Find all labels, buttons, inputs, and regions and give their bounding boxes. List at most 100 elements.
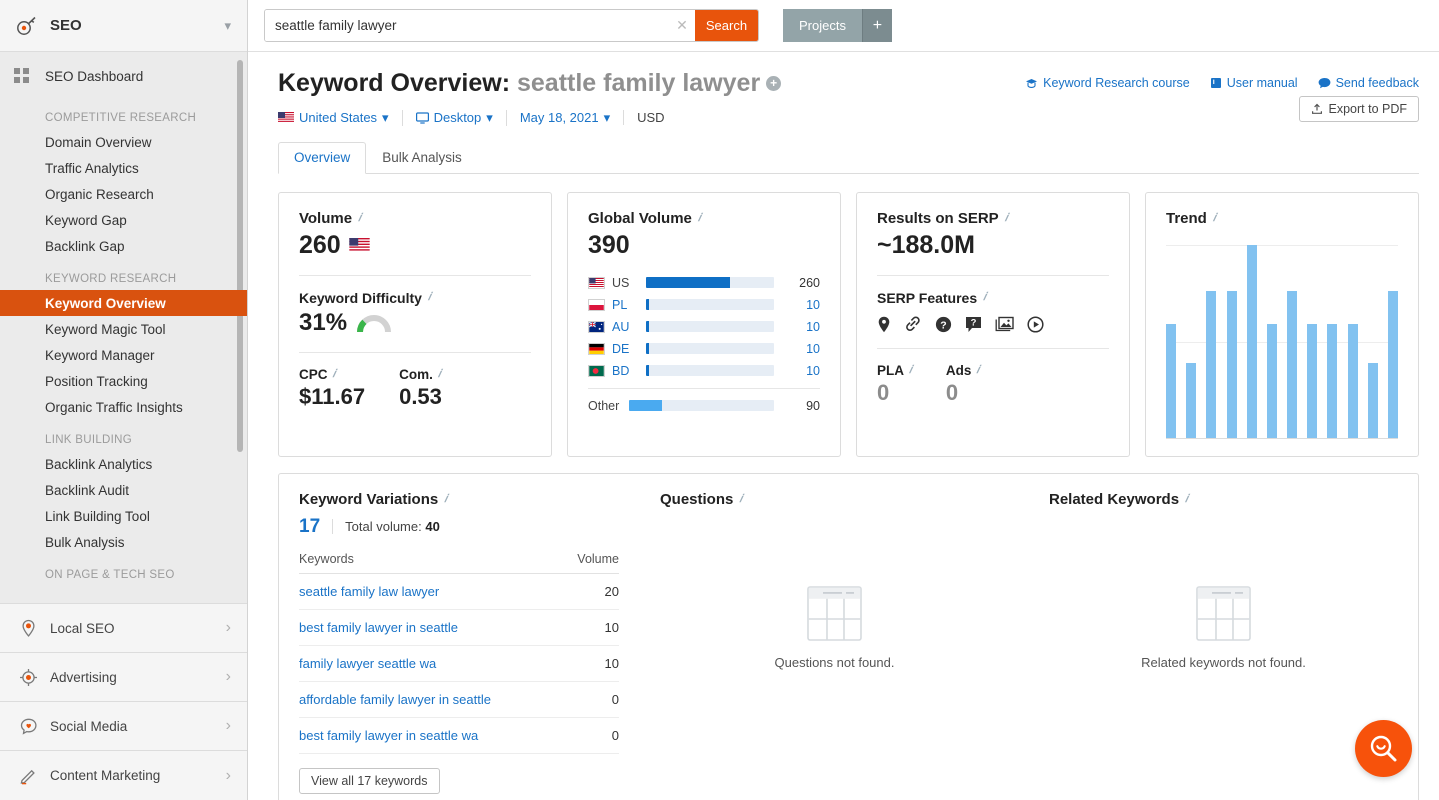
sidebar-item-keyword-manager[interactable]: Keyword Manager bbox=[0, 342, 247, 368]
info-icon[interactable]: 𝑖 bbox=[1185, 493, 1188, 506]
add-project-button[interactable]: + bbox=[862, 9, 892, 42]
trend-card: Trend 𝑖 bbox=[1145, 192, 1419, 457]
support-button[interactable] bbox=[1355, 720, 1412, 777]
keyword-link[interactable]: best family lawyer in seattle wa bbox=[299, 728, 478, 743]
info-icon[interactable]: 𝑖 bbox=[428, 291, 431, 304]
country-filter[interactable]: United States ▾ bbox=[278, 110, 402, 126]
crosshair-icon bbox=[16, 665, 40, 689]
image-icon[interactable] bbox=[995, 316, 1014, 332]
country-volume: 260 bbox=[786, 276, 820, 290]
sidebar-item-backlink-gap[interactable]: Backlink Gap bbox=[0, 233, 247, 259]
ads-label: Ads bbox=[946, 363, 972, 378]
trend-bar bbox=[1388, 291, 1398, 438]
info-icon[interactable]: 𝑖 bbox=[739, 493, 742, 506]
sidebar-item-keyword-overview[interactable]: Keyword Overview bbox=[0, 290, 247, 316]
keyword-research-course-link[interactable]: Keyword Research course bbox=[1025, 76, 1190, 90]
search-button[interactable]: Search bbox=[695, 9, 758, 42]
com-label: Com. bbox=[399, 367, 433, 382]
pla-metric: PLA 𝑖 0 bbox=[877, 363, 912, 406]
date-filter[interactable]: May 18, 2021 ▾ bbox=[506, 110, 623, 126]
monitor-icon bbox=[416, 112, 429, 124]
map-pin-icon[interactable] bbox=[877, 316, 891, 333]
sidebar-item-position-tracking[interactable]: Position Tracking bbox=[0, 368, 247, 394]
other-row: Other 90 bbox=[588, 395, 820, 417]
search-input[interactable] bbox=[265, 10, 669, 41]
metric-cards: Volume 𝑖 260 Keyword Difficulty bbox=[278, 192, 1419, 457]
sidebar-item-social-media[interactable]: Social Media › bbox=[0, 702, 247, 751]
info-icon[interactable]: 𝑖 bbox=[358, 212, 361, 225]
sidebar-item-label: Backlink Analytics bbox=[45, 457, 152, 472]
sidebar-item-label: Domain Overview bbox=[45, 135, 152, 150]
info-icon[interactable]: 𝑖 bbox=[983, 291, 986, 304]
sidebar-item-local-seo[interactable]: Local SEO › bbox=[0, 604, 247, 653]
sidebar-group-label: COMPETITIVE RESEARCH bbox=[0, 98, 247, 129]
svg-text:?: ? bbox=[971, 317, 977, 328]
search-box[interactable]: ✕ Search bbox=[264, 9, 759, 42]
info-icon[interactable]: 𝑖 bbox=[976, 364, 979, 377]
sidebar-header[interactable]: SEO ▾ bbox=[0, 0, 247, 52]
country-row[interactable]: AU 10 bbox=[588, 316, 820, 338]
keyword-link[interactable]: family lawyer seattle wa bbox=[299, 656, 436, 671]
keyword-link[interactable]: affordable family lawyer in seattle bbox=[299, 692, 491, 707]
keyword-link[interactable]: seattle family law lawyer bbox=[299, 584, 439, 599]
info-icon[interactable]: 𝑖 bbox=[1005, 212, 1008, 225]
sidebar-item-seo-dashboard[interactable]: SEO Dashboard bbox=[0, 62, 247, 90]
sidebar: SEO ▾ SEO Dashboard COMPETITIVE RESEARCH… bbox=[0, 0, 248, 800]
country-volume: 10 bbox=[786, 320, 820, 334]
cpc-value: $11.67 bbox=[299, 384, 365, 410]
sidebar-item-organic-research[interactable]: Organic Research bbox=[0, 181, 247, 207]
tab-bulk-analysis[interactable]: Bulk Analysis bbox=[366, 142, 478, 174]
app-root: SEO ▾ SEO Dashboard COMPETITIVE RESEARCH… bbox=[0, 0, 1439, 800]
link-label: User manual bbox=[1227, 76, 1298, 90]
sidebar-item-keyword-magic-tool[interactable]: Keyword Magic Tool bbox=[0, 316, 247, 342]
info-icon[interactable]: 𝑖 bbox=[444, 493, 447, 506]
close-icon[interactable]: ✕ bbox=[669, 17, 695, 34]
sidebar-item-keyword-gap[interactable]: Keyword Gap bbox=[0, 207, 247, 233]
ads-value: 0 bbox=[946, 380, 979, 406]
plus-circle-icon[interactable]: + bbox=[766, 76, 781, 91]
country-code: PL bbox=[612, 298, 646, 312]
sidebar-bottom-nav: Local SEO › Advertising › bbox=[0, 603, 247, 800]
country-row[interactable]: PL 10 bbox=[588, 294, 820, 316]
people-also-ask-icon[interactable]: ? bbox=[965, 316, 982, 333]
export-to-pdf-button[interactable]: Export to PDF bbox=[1299, 96, 1420, 122]
info-icon[interactable]: 𝑖 bbox=[438, 368, 441, 381]
sidebar-item-link-building-tool[interactable]: Link Building Tool bbox=[0, 503, 247, 529]
sidebar-item-label: Organic Research bbox=[45, 187, 154, 202]
sidebar-item-backlink-audit[interactable]: Backlink Audit bbox=[0, 477, 247, 503]
info-icon[interactable]: 𝑖 bbox=[1213, 212, 1216, 225]
video-icon[interactable] bbox=[1027, 316, 1044, 333]
cpc-com-row: CPC 𝑖 $11.67 Com. 𝑖 0.53 bbox=[299, 367, 531, 410]
device-filter[interactable]: Desktop ▾ bbox=[402, 110, 506, 126]
chevron-down-icon[interactable]: ▾ bbox=[224, 18, 231, 34]
sidebar-item-bulk-analysis[interactable]: Bulk Analysis bbox=[0, 529, 247, 555]
serp-title: Results on SERP 𝑖 bbox=[877, 210, 1109, 227]
country-row[interactable]: DE 10 bbox=[588, 338, 820, 360]
keyword-link[interactable]: best family lawyer in seattle bbox=[299, 620, 458, 635]
volume-cell: 10 bbox=[562, 645, 619, 681]
keyword-cell: affordable family lawyer in seattle bbox=[299, 681, 562, 717]
sidebar-item-organic-traffic-insights[interactable]: Organic Traffic Insights bbox=[0, 394, 247, 420]
send-feedback-link[interactable]: Send feedback bbox=[1318, 76, 1419, 90]
link-icon[interactable] bbox=[904, 316, 922, 332]
sidebar-item-backlink-analytics[interactable]: Backlink Analytics bbox=[0, 451, 247, 477]
user-manual-link[interactable]: User manual bbox=[1210, 76, 1298, 90]
tab-overview[interactable]: Overview bbox=[278, 142, 366, 174]
country-row[interactable]: US 260 bbox=[588, 272, 820, 294]
country-row[interactable]: BD 10 bbox=[588, 360, 820, 382]
info-icon[interactable]: 𝑖 bbox=[698, 212, 701, 225]
sidebar-title: SEO bbox=[50, 17, 224, 34]
faq-icon[interactable]: ? bbox=[935, 316, 952, 333]
sidebar-item-traffic-analytics[interactable]: Traffic Analytics bbox=[0, 155, 247, 181]
info-icon[interactable]: 𝑖 bbox=[333, 368, 336, 381]
chevron-right-icon: › bbox=[226, 717, 231, 735]
sidebar-item-content-marketing[interactable]: Content Marketing › bbox=[0, 751, 247, 800]
sidebar-item-domain-overview[interactable]: Domain Overview bbox=[0, 129, 247, 155]
projects-button[interactable]: Projects bbox=[783, 9, 862, 42]
info-icon[interactable]: 𝑖 bbox=[909, 364, 912, 377]
top-bar: ✕ Search Projects + bbox=[248, 0, 1439, 52]
sidebar-item-advertising[interactable]: Advertising › bbox=[0, 653, 247, 702]
page-header: Keyword Overview: seattle family lawyer+… bbox=[278, 52, 1419, 98]
view-all-keywords-button[interactable]: View all 17 keywords bbox=[299, 768, 440, 794]
us-flag-icon bbox=[588, 277, 605, 289]
